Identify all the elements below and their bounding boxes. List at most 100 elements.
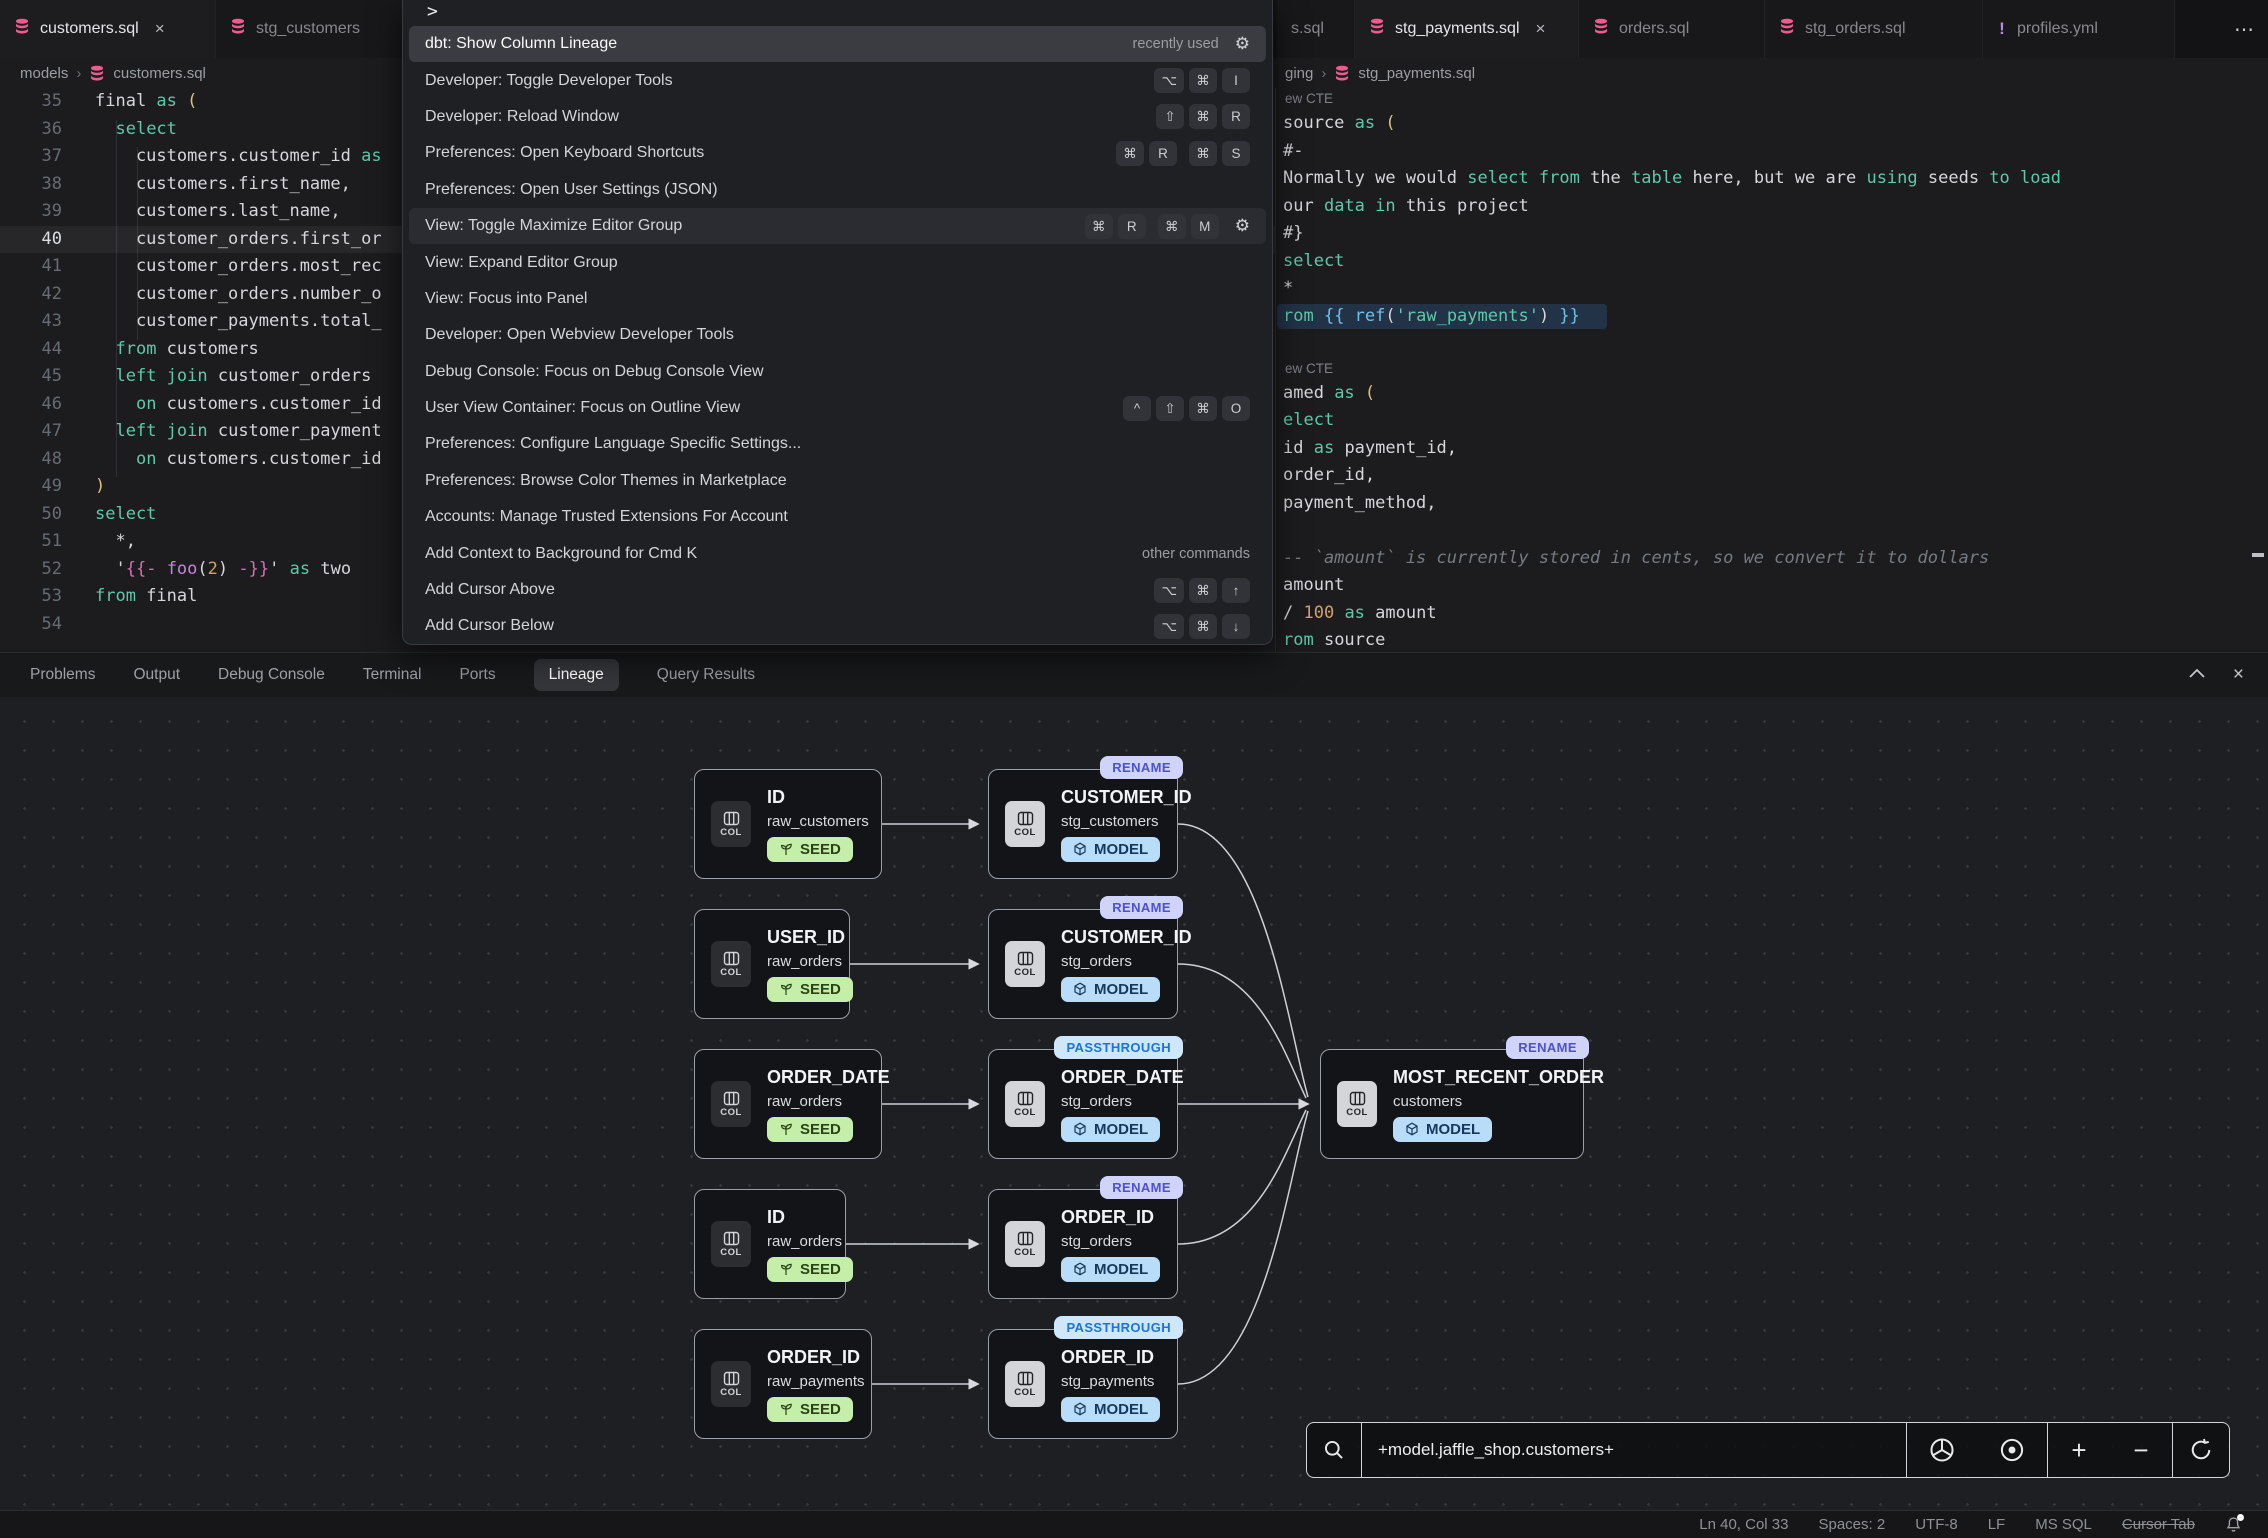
breadcrumb-file[interactable]: stg_payments.sql	[1358, 65, 1475, 82]
aperture-icon[interactable]	[1906, 1423, 1977, 1477]
palette-item[interactable]: View: Focus into Panel	[409, 281, 1266, 317]
zoom-in-button[interactable]: +	[2047, 1423, 2110, 1477]
keycap: S	[1222, 141, 1250, 166]
panel-tab-bar: Problems Output Debug Console Terminal Ports…	[0, 653, 2268, 697]
status-item[interactable]: MS SQL	[2035, 1516, 2092, 1533]
tab-profiles-yml[interactable]: !profiles.yml	[1983, 0, 2175, 58]
zoom-out-button[interactable]: −	[2110, 1423, 2172, 1477]
status-item[interactable]: UTF-8	[1915, 1516, 1958, 1533]
code-line[interactable]: elect	[1277, 407, 2268, 435]
bell-icon[interactable]	[2225, 1516, 2242, 1534]
lineage-search-input[interactable]	[1362, 1440, 1906, 1460]
palette-item[interactable]: Add Cursor Above⌥⌘↑	[409, 572, 1266, 608]
code-line[interactable]: #-	[1277, 138, 2268, 166]
panel-tab-lineage[interactable]: Lineage	[534, 659, 619, 691]
lineage-graph[interactable]: + − COLIDraw_customersSEED COLUSER_IDraw_…	[0, 697, 2268, 1538]
tab-stg_orders-sql[interactable]: stg_orders.sql	[1765, 0, 1983, 58]
code-line[interactable]: rom {{ ref('raw_payments') }}	[1277, 303, 2268, 331]
lineage-node-stg_orders-order_date[interactable]: PASSTHROUGHCOLORDER_DATEstg_ordersMODEL	[988, 1049, 1178, 1159]
keycap: ⌥	[1154, 578, 1184, 603]
panel-tab-debug-console[interactable]: Debug Console	[218, 666, 325, 684]
breadcrumb-folder[interactable]: models	[20, 65, 68, 82]
palette-item[interactable]: Debug Console: Focus on Debug Console Vi…	[409, 354, 1266, 390]
lineage-node-stg_orders-customer_id[interactable]: RENAMECOLCUSTOMER_IDstg_ordersMODEL	[988, 909, 1178, 1019]
lineage-node-stg_customers-customer_id[interactable]: RENAMECOLCUSTOMER_IDstg_customersMODEL	[988, 769, 1178, 879]
panel-tab-ports[interactable]: Ports	[459, 666, 495, 684]
palette-item[interactable]: User View Container: Focus on Outline Vi…	[409, 390, 1266, 426]
code-line[interactable]: amount	[1277, 572, 2268, 600]
tab-orders-sql[interactable]: orders.sql	[1579, 0, 1765, 58]
palette-item[interactable]: Preferences: Open User Settings (JSON)	[409, 172, 1266, 208]
code-line[interactable]: order_id,	[1277, 462, 2268, 490]
tab-stg_payments-sql[interactable]: stg_payments.sql×	[1355, 0, 1579, 58]
code-line[interactable]: *	[1277, 275, 2268, 303]
close-tab-icon[interactable]: ×	[155, 19, 165, 39]
code-line[interactable]: #}	[1277, 220, 2268, 248]
gear-icon[interactable]: ⚙	[1235, 34, 1250, 54]
panel-tab-output[interactable]: Output	[133, 666, 180, 684]
lineage-search-bar: + −	[1306, 1422, 2230, 1478]
lineage-node-customers-most_recent_order[interactable]: RENAMECOLMOST_RECENT_ORDERcustomersMODEL	[1320, 1049, 1584, 1159]
palette-item[interactable]: Developer: Toggle Developer Tools⌥⌘I	[409, 62, 1266, 98]
code-line[interactable]: source as (	[1277, 110, 2268, 138]
palette-item-note: other commands	[1142, 546, 1250, 562]
tab-overflow-icon[interactable]: ⋯	[2222, 0, 2268, 58]
panel-tab-problems[interactable]: Problems	[30, 666, 95, 684]
code-line[interactable]: select	[1277, 248, 2268, 276]
code-line[interactable]: payment_method,	[1277, 490, 2268, 518]
palette-item[interactable]: Preferences: Open Keyboard Shortcuts⌘R⌘S	[409, 135, 1266, 171]
status-item[interactable]: Ln 40, Col 33	[1699, 1516, 1788, 1533]
lineage-node-stg_orders-order_id[interactable]: RENAMECOLORDER_IDstg_ordersMODEL	[988, 1189, 1178, 1299]
palette-item[interactable]: Preferences: Configure Language Specific…	[409, 426, 1266, 462]
keycap: M	[1191, 214, 1219, 239]
codelens-label[interactable]: ew CTE	[1277, 358, 2268, 380]
tab-customers-sql[interactable]: customers.sql×	[0, 0, 216, 58]
lineage-node-raw_orders-user_id[interactable]: COLUSER_IDraw_ordersSEED	[694, 909, 850, 1019]
lineage-node-raw_orders-id[interactable]: COLIDraw_ordersSEED	[694, 1189, 846, 1299]
palette-item[interactable]: dbt: Show Column Lineagerecently used⚙	[409, 26, 1266, 62]
breadcrumb-folder[interactable]: ging	[1285, 65, 1313, 82]
refresh-icon[interactable]	[2172, 1423, 2229, 1477]
tab-s-sql[interactable]: s.sql	[1277, 0, 1355, 58]
code-line[interactable]: Normally we would select from the table …	[1277, 165, 2268, 193]
lineage-node-raw_orders-order_date[interactable]: COLORDER_DATEraw_ordersSEED	[694, 1049, 882, 1159]
code-line[interactable]: / 100 as amount	[1277, 600, 2268, 628]
palette-item[interactable]: View: Toggle Maximize Editor Group⌘R⌘M⚙	[409, 208, 1266, 244]
lineage-node-raw_customers-id[interactable]: COLIDraw_customersSEED	[694, 769, 882, 879]
gear-icon[interactable]: ⚙	[1235, 216, 1250, 236]
code-line[interactable]: amed as (	[1277, 380, 2268, 408]
line-number: 44	[0, 336, 62, 364]
command-palette-input[interactable]: >	[403, 0, 1272, 26]
codelens-label[interactable]: ew CTE	[1277, 88, 2268, 110]
code-line[interactable]: rom source	[1277, 627, 2268, 655]
palette-item-label: User View Container: Focus on Outline Vi…	[425, 399, 1123, 417]
status-cursor-tab[interactable]: Cursor Tab	[2122, 1516, 2195, 1533]
line-number: 47	[0, 418, 62, 446]
lineage-node-raw_payments-order_id[interactable]: COLORDER_IDraw_paymentsSEED	[694, 1329, 872, 1439]
code-line[interactable]: -- `amount` is currently stored in cents…	[1277, 545, 2268, 573]
close-panel-icon[interactable]: ×	[2233, 664, 2244, 686]
tab-group-left: customers.sql×stg_customers	[0, 0, 450, 58]
palette-item[interactable]: Add Cursor Below⌥⌘↓	[409, 608, 1266, 644]
code-line[interactable]: our data in this project	[1277, 193, 2268, 221]
palette-item[interactable]: View: Expand Editor Group	[409, 244, 1266, 280]
lineage-node-stg_payments-order_id[interactable]: PASSTHROUGHCOLORDER_IDstg_paymentsMODEL	[988, 1329, 1178, 1439]
focus-icon[interactable]	[1977, 1423, 2047, 1477]
panel-tab-terminal[interactable]: Terminal	[363, 666, 422, 684]
status-item[interactable]: LF	[1988, 1516, 2006, 1533]
close-tab-icon[interactable]: ×	[1536, 19, 1546, 39]
breadcrumb-file[interactable]: customers.sql	[113, 65, 206, 82]
palette-item[interactable]: Accounts: Manage Trusted Extensions For …	[409, 499, 1266, 535]
status-item[interactable]: Spaces: 2	[1818, 1516, 1885, 1533]
node-table-name: stg_orders	[1061, 953, 1192, 970]
keycap: ⇧	[1156, 396, 1184, 421]
palette-item[interactable]: Preferences: Browse Color Themes in Mark…	[409, 463, 1266, 499]
palette-item[interactable]: Add Context to Background for Cmd Kother…	[409, 535, 1266, 571]
palette-item[interactable]: Developer: Open Webview Developer Tools	[409, 317, 1266, 353]
chevron-up-icon[interactable]	[2187, 666, 2207, 685]
palette-item[interactable]: Developer: Reload Window⇧⌘R	[409, 99, 1266, 135]
panel-tab-query-results[interactable]: Query Results	[657, 666, 755, 684]
code-line[interactable]: id as payment_id,	[1277, 435, 2268, 463]
palette-item-label: Preferences: Open Keyboard Shortcuts	[425, 144, 1116, 162]
editor-stg-payments-sql[interactable]: ew CTEsource as (#-Normally we would sel…	[1277, 88, 2268, 652]
